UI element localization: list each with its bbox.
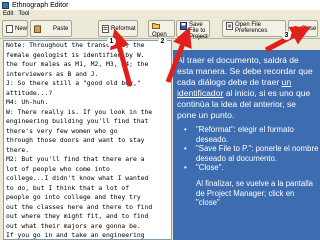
new-document-icon [6, 24, 13, 33]
save-label-line-3: Project [189, 34, 208, 40]
transcript-line: female geologist is identified by W. [6, 50, 145, 59]
transcript-line: If you go in and take an engineering [6, 231, 145, 239]
paste-button-label: Paste [53, 25, 69, 32]
transcript-line: college...I didn't know what I wanted [6, 174, 149, 182]
transcript-line: out the classes here and there to find [6, 202, 153, 211]
transcript-line: lot of people who come into [6, 164, 110, 173]
save-disk-icon [180, 22, 187, 30]
app-icon [2, 1, 9, 9]
transcript-line: there. [6, 145, 30, 154]
transcript-line: out where they might fit, and to find [6, 212, 149, 220]
menu-bar: Edit Tool [0, 10, 320, 18]
callout-bullet: "Reformat": elegir el formato deseado. [184, 125, 320, 144]
transcript-line: out what their majors are gonna be. [6, 221, 141, 230]
window-title: Ethnograph Editor [12, 1, 69, 9]
callout-intro: Al traer el documento, saldrá de esta ma… [173, 50, 320, 121]
transcript-line: J: So there still a "good old boy," [6, 79, 141, 87]
open-button[interactable]: Open [148, 20, 175, 38]
callout-outro: Al finalizar, se vuelve a la pantalla de… [196, 178, 314, 208]
transcript-line: engineering building you'll find that [6, 117, 149, 125]
callout-bullet: "Save File to P.": ponerle el nombre des… [184, 144, 320, 163]
close-button-label: Close [301, 25, 317, 32]
menu-item-edit[interactable]: Edit [3, 11, 13, 17]
callout-bullet-list: "Reformat": elegir el formato deseado. "… [173, 121, 320, 173]
callout-bullet: "Close". [184, 163, 320, 173]
transcript-line: the four males as M1, M2, M3, M4; the [6, 60, 149, 68]
step-badge-2: 2 [158, 37, 167, 46]
transcript-text-area[interactable]: Note: Throughout the transcript, the fema… [3, 40, 172, 240]
open-file-label-line-2: Preferences [235, 28, 268, 34]
close-button[interactable]: Close [288, 20, 318, 37]
open-folder-icon [152, 22, 160, 30]
reformat-icon [102, 24, 109, 33]
close-icon [292, 25, 299, 33]
open-file-preferences-button[interactable]: Open File Preferences [222, 20, 286, 37]
transcript-line: M2: But you'll find that there are a [6, 155, 145, 163]
step-badge-3: 3 [282, 31, 291, 40]
paste-button[interactable]: Paste [30, 20, 72, 37]
transcript-line: M4: Uh-huh. [6, 98, 49, 106]
callout-intro-text-1: Al traer el documento, saldrá de esta ma… [177, 55, 313, 87]
transcript-line: attitude...? [6, 88, 53, 97]
save-file-to-project-button[interactable]: Save File to Project [176, 20, 210, 40]
instruction-callout: Al traer el documento, saldrá de esta ma… [173, 50, 320, 240]
transcript-line: to do, but I think that a lot of [6, 183, 130, 192]
transcript-line: Note: Throughout the transcript, the [6, 41, 145, 49]
toolbar: New Paste Reformat Open Save File to Pro… [0, 18, 320, 40]
paste-icon [34, 24, 41, 33]
transcript-line: interviewers as B and J. [6, 69, 99, 78]
transcript-line: through those doors and want to stay [6, 136, 145, 144]
reformat-button[interactable]: Reformat [98, 20, 138, 37]
step-badge-1: 1 [107, 37, 116, 46]
menu-item-tool[interactable]: Tool [18, 11, 29, 17]
preferences-icon [226, 22, 233, 30]
new-button[interactable]: New [2, 20, 28, 37]
title-bar: Ethnograph Editor [0, 0, 320, 10]
reformat-button-label: Reformat [111, 25, 136, 32]
transcript-line: people go into college and they try [6, 193, 141, 201]
transcript-line: W: There really is. If you look in the [6, 107, 153, 116]
transcript-line: there's very few women who go [6, 126, 118, 135]
new-button-label: New [15, 25, 28, 32]
